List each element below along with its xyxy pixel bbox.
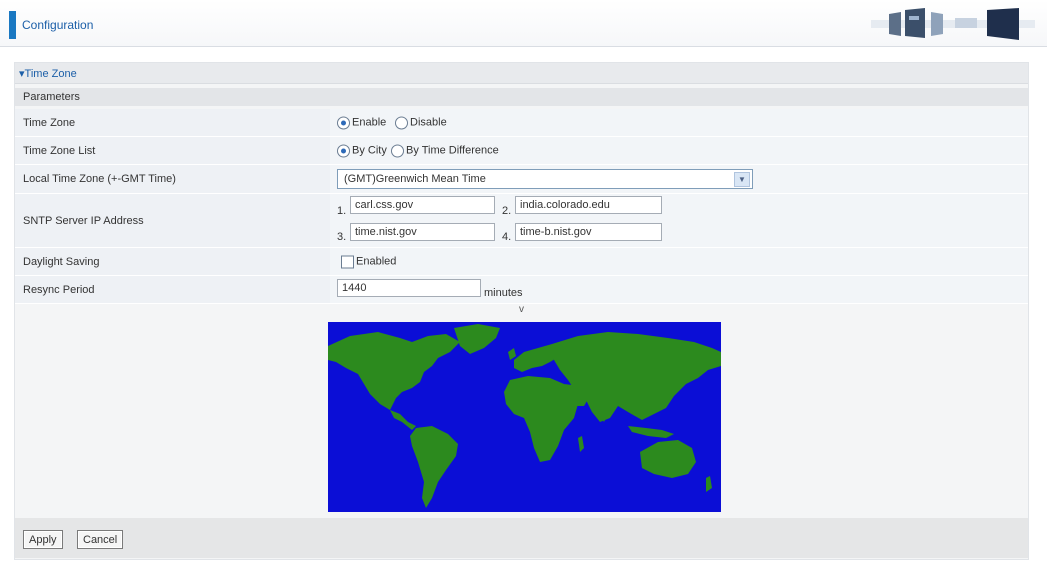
sntp-number: 1. bbox=[337, 205, 347, 217]
radio-enable[interactable]: Enable bbox=[337, 116, 386, 129]
row-local-time-zone: Local Time Zone (+-GMT Time) (GMT)Greenw… bbox=[15, 165, 1028, 194]
network-logo-icon bbox=[871, 8, 1035, 40]
map-marker: v bbox=[519, 304, 524, 315]
sntp-server-3-input[interactable]: time.nist.gov bbox=[350, 223, 495, 241]
sntp-number: 4. bbox=[502, 231, 512, 243]
daylight-saving-checkbox-wrap[interactable]: Enabled bbox=[341, 255, 396, 268]
time-zone-label: Time Zone bbox=[23, 116, 76, 129]
sntp-server-1-input[interactable]: carl.css.gov bbox=[350, 196, 495, 214]
time-zone-panel: ▾Time Zone Parameters Time Zone Enable D… bbox=[14, 62, 1029, 560]
daylight-saving-checkbox[interactable] bbox=[341, 255, 354, 268]
parameters-title: Parameters bbox=[23, 91, 80, 103]
row-daylight-saving: Daylight Saving Enabled bbox=[15, 248, 1028, 276]
local-time-zone-select[interactable]: (GMT)Greenwich Mean Time ▼ bbox=[337, 169, 753, 189]
daylight-saving-checkbox-label: Enabled bbox=[356, 255, 397, 268]
row-resync-period: Resync Period 1440 minutes bbox=[15, 276, 1028, 304]
row-time-zone: Time Zone Enable Disable bbox=[15, 109, 1028, 137]
world-map[interactable] bbox=[328, 322, 721, 512]
apply-button[interactable]: Apply bbox=[23, 530, 63, 549]
button-bar: Apply Cancel bbox=[15, 518, 1028, 558]
parameters-header: Parameters bbox=[15, 88, 1028, 106]
radio-by-time-difference-icon[interactable] bbox=[391, 144, 404, 157]
radio-by-time-difference[interactable]: By Time Difference bbox=[391, 144, 499, 157]
radio-disable-icon[interactable] bbox=[395, 116, 408, 129]
radio-by-city[interactable]: By City bbox=[337, 144, 387, 157]
map-area: v bbox=[15, 304, 1028, 514]
cancel-button[interactable]: Cancel bbox=[77, 530, 124, 549]
chevron-down-icon[interactable]: ▼ bbox=[734, 172, 750, 187]
sntp-server-2-input[interactable]: india.colorado.edu bbox=[515, 196, 662, 214]
resync-period-unit: minutes bbox=[484, 287, 523, 299]
daylight-saving-label: Daylight Saving bbox=[23, 255, 100, 268]
section-header[interactable]: ▾Time Zone bbox=[15, 63, 1028, 84]
radio-enable-icon[interactable] bbox=[337, 116, 350, 129]
local-time-zone-label: Local Time Zone (+-GMT Time) bbox=[23, 173, 176, 185]
time-zone-list-label: Time Zone List bbox=[23, 144, 96, 157]
sntp-number: 3. bbox=[337, 231, 347, 243]
header-accent bbox=[9, 11, 16, 39]
row-sntp-servers: SNTP Server IP Address 1. carl.css.gov 2… bbox=[15, 194, 1028, 248]
sntp-number: 2. bbox=[502, 205, 512, 217]
row-time-zone-list: Time Zone List By City By Time Differenc… bbox=[15, 137, 1028, 165]
radio-disable[interactable]: Disable bbox=[395, 116, 447, 129]
radio-by-city-icon[interactable] bbox=[337, 144, 350, 157]
sntp-label: SNTP Server IP Address bbox=[23, 214, 144, 227]
local-time-zone-value: (GMT)Greenwich Mean Time bbox=[344, 173, 486, 185]
resync-period-input[interactable]: 1440 bbox=[337, 279, 481, 297]
header-bar: Configuration bbox=[0, 0, 1047, 47]
sntp-server-4-input[interactable]: time-b.nist.gov bbox=[515, 223, 662, 241]
section-title: Time Zone bbox=[24, 68, 77, 80]
page-title: Configuration bbox=[22, 18, 94, 32]
resync-period-label: Resync Period bbox=[23, 283, 95, 296]
